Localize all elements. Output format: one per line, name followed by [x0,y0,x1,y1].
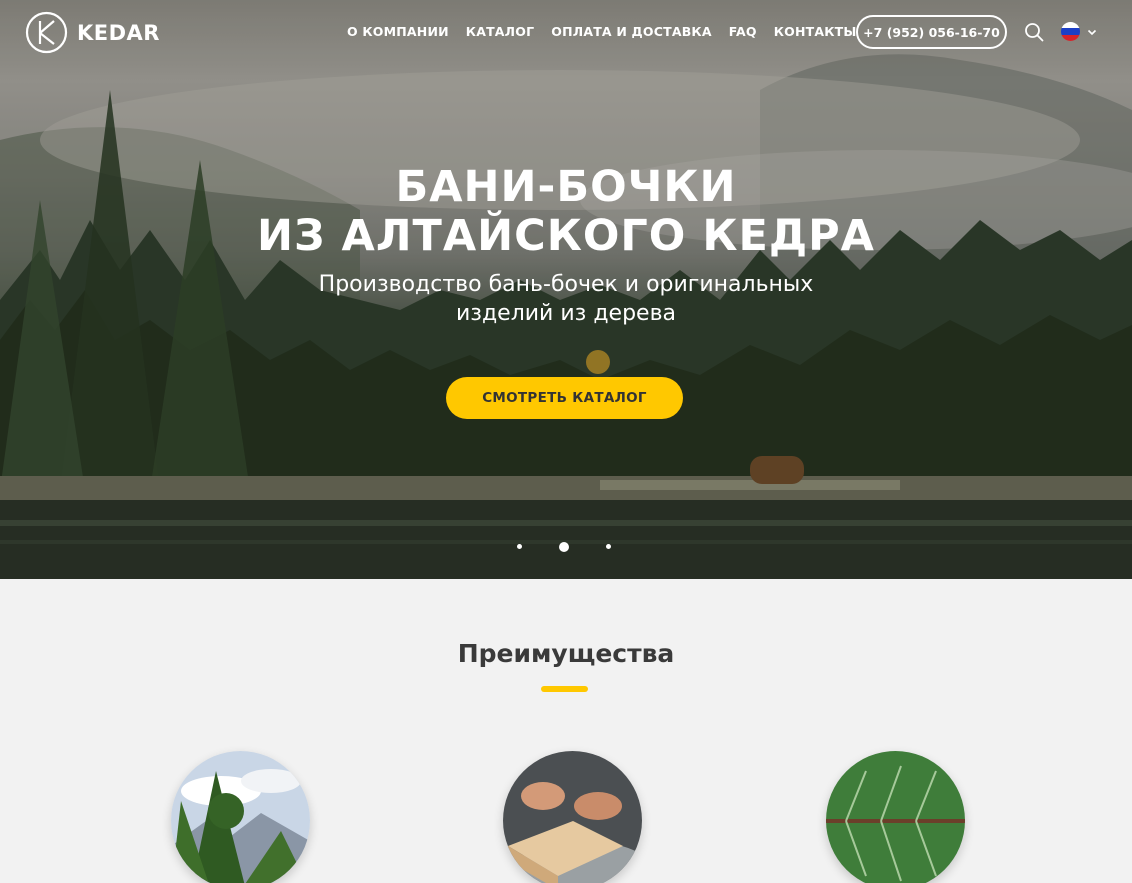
logo[interactable]: KEDAR [25,11,160,54]
hero-title-line1: БАНИ-БОЧКИ [395,162,737,212]
russia-flag-icon [1061,22,1080,41]
slider-dot-1[interactable] [517,544,522,549]
green-leaf-image [826,751,965,883]
search-icon[interactable] [1024,22,1044,42]
hero-subtitle-line2: изделий из дерева [455,301,677,326]
slider-dots [0,541,1132,553]
kedar-logo-icon [25,11,68,54]
phone-button[interactable]: +7 (952) 056-16-70 [856,15,1007,49]
woodworking-image [503,751,642,883]
view-catalog-button[interactable]: СМОТРЕТЬ КАТАЛОГ [446,377,683,419]
nav-item-about[interactable]: О КОМПАНИИ [347,24,449,39]
slider-dot-2-active[interactable] [559,542,569,552]
nav-item-faq[interactable]: FAQ [729,24,757,39]
nav-item-catalog[interactable]: КАТАЛОГ [466,24,534,39]
nav-item-payment-delivery[interactable]: ОПЛАТА И ДОСТАВКА [551,24,711,39]
hero-subtitle-line1: Производство бань-бочек и оригинальных [318,272,814,297]
slider-dot-3[interactable] [606,544,611,549]
hero-slider: KEDAR О КОМПАНИИ КАТАЛОГ ОПЛАТА И ДОСТАВ… [0,0,1132,579]
cedar-forest-image [171,751,310,883]
main-nav: О КОМПАНИИ КАТАЛОГ ОПЛАТА И ДОСТАВКА FAQ… [347,24,874,39]
nav-item-contacts[interactable]: КОНТАКТЫ [774,24,857,39]
language-selector[interactable] [1061,22,1098,41]
advantages-title-underline [541,686,588,692]
hero-title-line2: ИЗ АЛТАЙСКОГО КЕДРА [257,211,875,261]
advantages-title: Преимущества [457,639,675,668]
chevron-down-icon [1087,29,1097,35]
logo-text: KEDAR [77,20,160,45]
